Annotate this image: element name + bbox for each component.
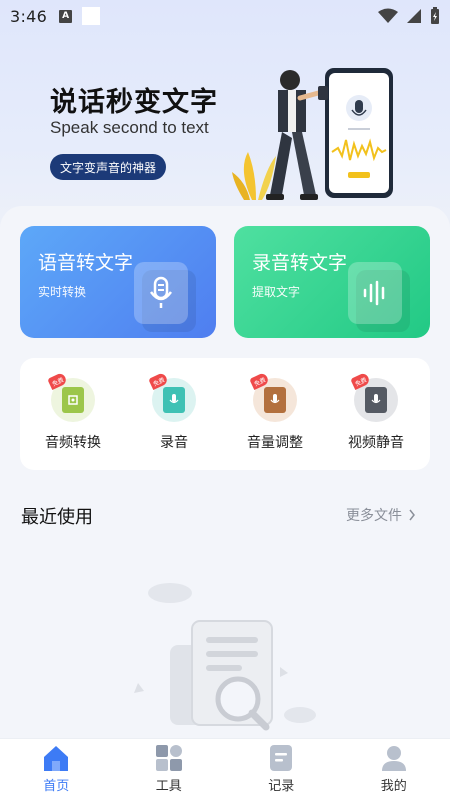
status-bar: 3:46 A bbox=[0, 0, 450, 32]
home-icon bbox=[44, 746, 69, 771]
wifi-icon bbox=[378, 8, 398, 23]
more-files-link[interactable]: 更多文件 bbox=[346, 505, 416, 525]
tools-card: 免费 音频转换 免费 录音 免费 音量调整 免费 视频静音 bbox=[20, 358, 430, 470]
tool-label: 录音 bbox=[160, 435, 188, 451]
chevron-right-icon bbox=[409, 509, 415, 521]
hero-subtitle: Speak second to text bbox=[50, 118, 209, 137]
record-icon: 免费 bbox=[148, 371, 196, 422]
voice-to-text-card[interactable]: 语音转文字 实时转换 bbox=[20, 226, 216, 338]
nav-label: 首页 bbox=[43, 779, 70, 794]
record-to-text-subtitle: 提取文字 bbox=[252, 285, 301, 299]
hero-illustration bbox=[232, 68, 393, 200]
nav-records[interactable]: 记录 bbox=[225, 739, 338, 800]
microphone-icon bbox=[134, 262, 188, 324]
signal-icon bbox=[407, 9, 421, 23]
tool-volume-adjust[interactable]: 免费 音量调整 bbox=[225, 371, 325, 452]
hero-tag: 文字变声音的神器 bbox=[50, 154, 167, 180]
nav-mine[interactable]: 我的 bbox=[338, 739, 450, 800]
tool-label: 音频转换 bbox=[45, 435, 101, 451]
nav-tools[interactable]: 工具 bbox=[113, 739, 226, 800]
nav-label: 记录 bbox=[268, 779, 295, 794]
more-files-label: 更多文件 bbox=[346, 508, 402, 524]
tool-label: 音量调整 bbox=[247, 435, 303, 451]
nav-label: 我的 bbox=[380, 779, 407, 794]
status-time: 3:46 bbox=[10, 6, 48, 26]
nav-home[interactable]: 首页 bbox=[0, 739, 113, 800]
grid-icon bbox=[155, 745, 182, 771]
volume-icon: 免费 bbox=[249, 371, 297, 422]
recent-title: 最近使用 bbox=[21, 507, 93, 528]
user-icon bbox=[381, 746, 406, 771]
video-mute-icon: 免费 bbox=[350, 371, 398, 422]
voice-to-text-title: 语音转文字 bbox=[38, 252, 134, 274]
tool-video-mute[interactable]: 免费 视频静音 bbox=[326, 371, 426, 452]
notification-square-icon bbox=[82, 7, 101, 25]
voice-to-text-subtitle: 实时转换 bbox=[38, 285, 87, 299]
battery-icon bbox=[431, 7, 439, 24]
notification-a-icon: A bbox=[59, 9, 73, 23]
bottom-nav: 首页 工具 记录 我的 bbox=[0, 738, 450, 800]
tool-record[interactable]: 免费 录音 bbox=[124, 371, 224, 452]
record-to-text-title: 录音转文字 bbox=[252, 252, 348, 274]
tool-audio-convert[interactable]: 免费 音频转换 bbox=[23, 371, 123, 452]
record-to-text-card[interactable]: 录音转文字 提取文字 bbox=[234, 226, 430, 338]
document-icon bbox=[270, 745, 293, 771]
nav-label: 工具 bbox=[155, 779, 182, 794]
empty-state-illustration bbox=[134, 583, 316, 731]
hero-title: 说话秒变文字 bbox=[50, 87, 218, 118]
waveform-icon bbox=[348, 262, 402, 324]
tool-label: 视频静音 bbox=[348, 435, 404, 451]
audio-convert-icon: 免费 bbox=[47, 371, 95, 422]
